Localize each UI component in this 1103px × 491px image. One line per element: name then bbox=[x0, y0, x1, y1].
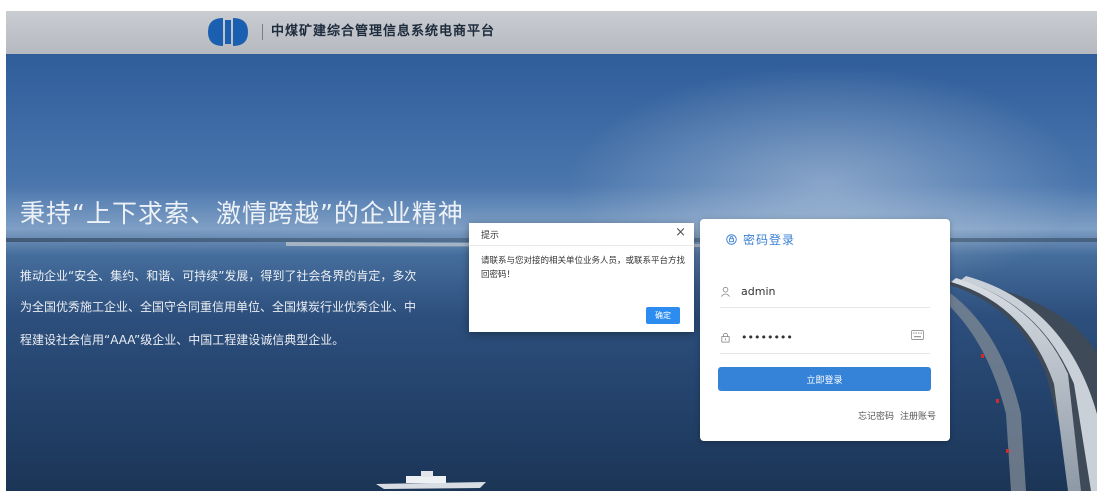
register-account-link[interactable]: 注册账号 bbox=[900, 409, 936, 422]
login-card: 密码登录 admin •••••••• 立即登录 忘记密码 注册账号 bbox=[700, 219, 950, 441]
ship-illustration bbox=[376, 471, 486, 489]
hero-text-line-1: 推动企业“安全、集约、和谐、可持续”发展，得到了社会各界的肯定，多次 bbox=[20, 269, 417, 283]
username-field[interactable]: admin bbox=[720, 275, 930, 308]
alert-dialog: 提示 × 请联系与您对接的相关单位业务人员，或联系平台方找回密码！ 确定 bbox=[469, 223, 694, 332]
login-links: 忘记密码 注册账号 bbox=[858, 409, 936, 422]
close-icon[interactable]: × bbox=[675, 225, 686, 241]
username-value: admin bbox=[741, 284, 776, 298]
header-divider bbox=[262, 24, 263, 40]
hero-slogan: 秉持“上下求索、激情跨越”的企业精神 bbox=[20, 199, 464, 228]
dialog-ok-button[interactable]: 确定 bbox=[646, 307, 680, 324]
user-icon bbox=[721, 286, 730, 297]
dialog-header: 提示 × bbox=[469, 223, 694, 246]
lock-icon bbox=[721, 332, 730, 342]
forgot-password-link[interactable]: 忘记密码 bbox=[858, 409, 894, 422]
tab-password-login-label: 密码登录 bbox=[743, 233, 796, 247]
company-logo-icon bbox=[208, 18, 248, 46]
keyboard-icon[interactable] bbox=[911, 330, 924, 340]
dialog-message: 请联系与您对接的相关单位业务人员，或联系平台方找回密码！ bbox=[481, 256, 686, 280]
page-frame: 中煤矿建综合管理信息系统电商平台 秉持“上下求索、激情跨越”的企业精神 推动企业… bbox=[6, 11, 1097, 491]
tab-password-login[interactable]: 密码登录 bbox=[726, 231, 795, 248]
top-header: 中煤矿建综合管理信息系统电商平台 bbox=[6, 11, 1097, 54]
password-field[interactable]: •••••••• bbox=[720, 321, 930, 354]
lock-circle-icon bbox=[726, 234, 737, 245]
dialog-title: 提示 bbox=[481, 231, 500, 241]
login-submit-button[interactable]: 立即登录 bbox=[718, 367, 931, 391]
site-title: 中煤矿建综合管理信息系统电商平台 bbox=[271, 24, 496, 39]
hero-text-line-2: 为全国优秀施工企业、全国守合同重信用单位、全国煤炭行业优秀企业、中 bbox=[20, 300, 417, 314]
hero-text-line-3: 程建设社会信用“AAA”级企业、中国工程建设诚信典型企业。 bbox=[20, 333, 345, 347]
password-value: •••••••• bbox=[741, 330, 793, 344]
